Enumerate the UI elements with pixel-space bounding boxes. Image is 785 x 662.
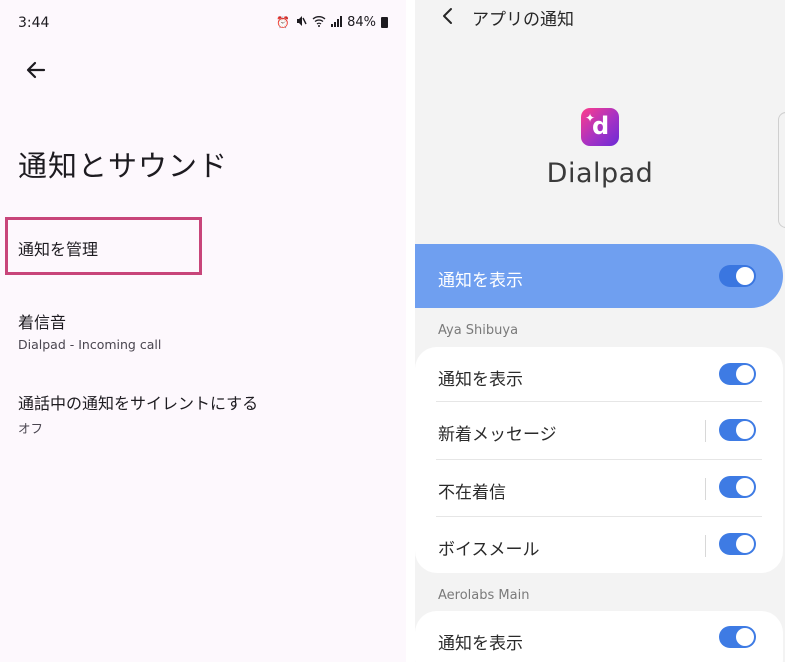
row-show-notifications[interactable]: 通知を表示: [415, 347, 783, 403]
toggle-knob: [736, 535, 754, 553]
row-toggle[interactable]: [719, 476, 756, 498]
vertical-divider: [705, 535, 706, 557]
row-toggle[interactable]: [719, 363, 756, 385]
menu-item-silence-during-call[interactable]: 通話中の通知をサイレントにする オフ: [18, 390, 258, 437]
toggle-knob: [736, 267, 754, 285]
page-title: 通知とサウンド: [18, 149, 229, 183]
battery-icon: [381, 17, 388, 28]
toggle-knob: [736, 421, 754, 439]
highlight-annotation: [5, 217, 202, 275]
row-label: 通知を表示: [438, 370, 523, 390]
mute-icon: [295, 15, 307, 30]
row-new-messages[interactable]: 新着メッセージ: [415, 402, 783, 458]
header: アプリの通知: [415, 0, 785, 34]
category-card-aerolabs-main: 通知を表示: [415, 611, 783, 662]
header-title: アプリの通知: [472, 10, 574, 30]
master-show-notifications-row[interactable]: 通知を表示: [415, 244, 783, 308]
menu-item-subtitle: Dialpad - Incoming call: [18, 337, 162, 352]
section-label-aya-shibuya: Aya Shibuya: [438, 323, 519, 338]
row-toggle[interactable]: [719, 419, 756, 441]
row-missed-calls[interactable]: 不在着信: [415, 460, 783, 516]
vertical-divider: [705, 478, 706, 500]
app-icon-letter: d: [592, 112, 610, 140]
vertical-divider: [705, 420, 706, 442]
dialpad-app-icon: ✦ d: [581, 108, 619, 146]
master-toggle[interactable]: [719, 265, 756, 287]
scroll-indicator[interactable]: [778, 112, 785, 228]
master-row-label: 通知を表示: [438, 271, 523, 291]
toggle-knob: [736, 628, 754, 646]
signal-icon: [331, 15, 343, 30]
row-toggle[interactable]: [719, 626, 756, 648]
toggle-knob: [736, 365, 754, 383]
status-icons: ⏰ 84%: [276, 15, 388, 30]
menu-item-ringtone[interactable]: 着信音 Dialpad - Incoming call: [18, 309, 161, 352]
row-toggle[interactable]: [719, 533, 756, 555]
notifications-sound-screen: 3:44 ⏰ 84% 通知とサウンド 通知を管理 着信音 Dialpad - I…: [0, 0, 406, 662]
section-label-aerolabs-main: Aerolabs Main: [438, 588, 530, 603]
menu-item-title: 着信音: [18, 313, 67, 332]
back-chevron-icon[interactable]: [439, 5, 457, 27]
battery-percent: 84%: [347, 15, 376, 30]
row-label: 新着メッセージ: [438, 425, 557, 445]
category-card-aya-shibuya: 通知を表示 新着メッセージ 不在着信 ボイスメール: [415, 347, 783, 573]
row-voicemail[interactable]: ボイスメール: [415, 517, 783, 573]
toggle-knob: [736, 478, 754, 496]
wifi-icon: [312, 15, 326, 30]
row-label: ボイスメール: [438, 540, 540, 560]
status-bar: 3:44 ⏰ 84%: [0, 0, 406, 46]
app-name: Dialpad: [546, 158, 654, 189]
alarm-icon: ⏰: [276, 16, 291, 29]
row-show-notifications[interactable]: 通知を表示: [415, 611, 783, 662]
back-arrow-icon[interactable]: [22, 56, 50, 84]
row-label: 不在着信: [438, 483, 506, 503]
menu-item-subtitle: オフ: [18, 421, 44, 436]
app-notifications-screen: アプリの通知 ✦ d Dialpad 通知を表示 Aya Shibuya 通知を…: [415, 0, 785, 662]
status-time: 3:44: [18, 15, 50, 31]
row-label: 通知を表示: [438, 634, 523, 654]
menu-item-title: 通話中の通知をサイレントにする: [18, 394, 259, 413]
